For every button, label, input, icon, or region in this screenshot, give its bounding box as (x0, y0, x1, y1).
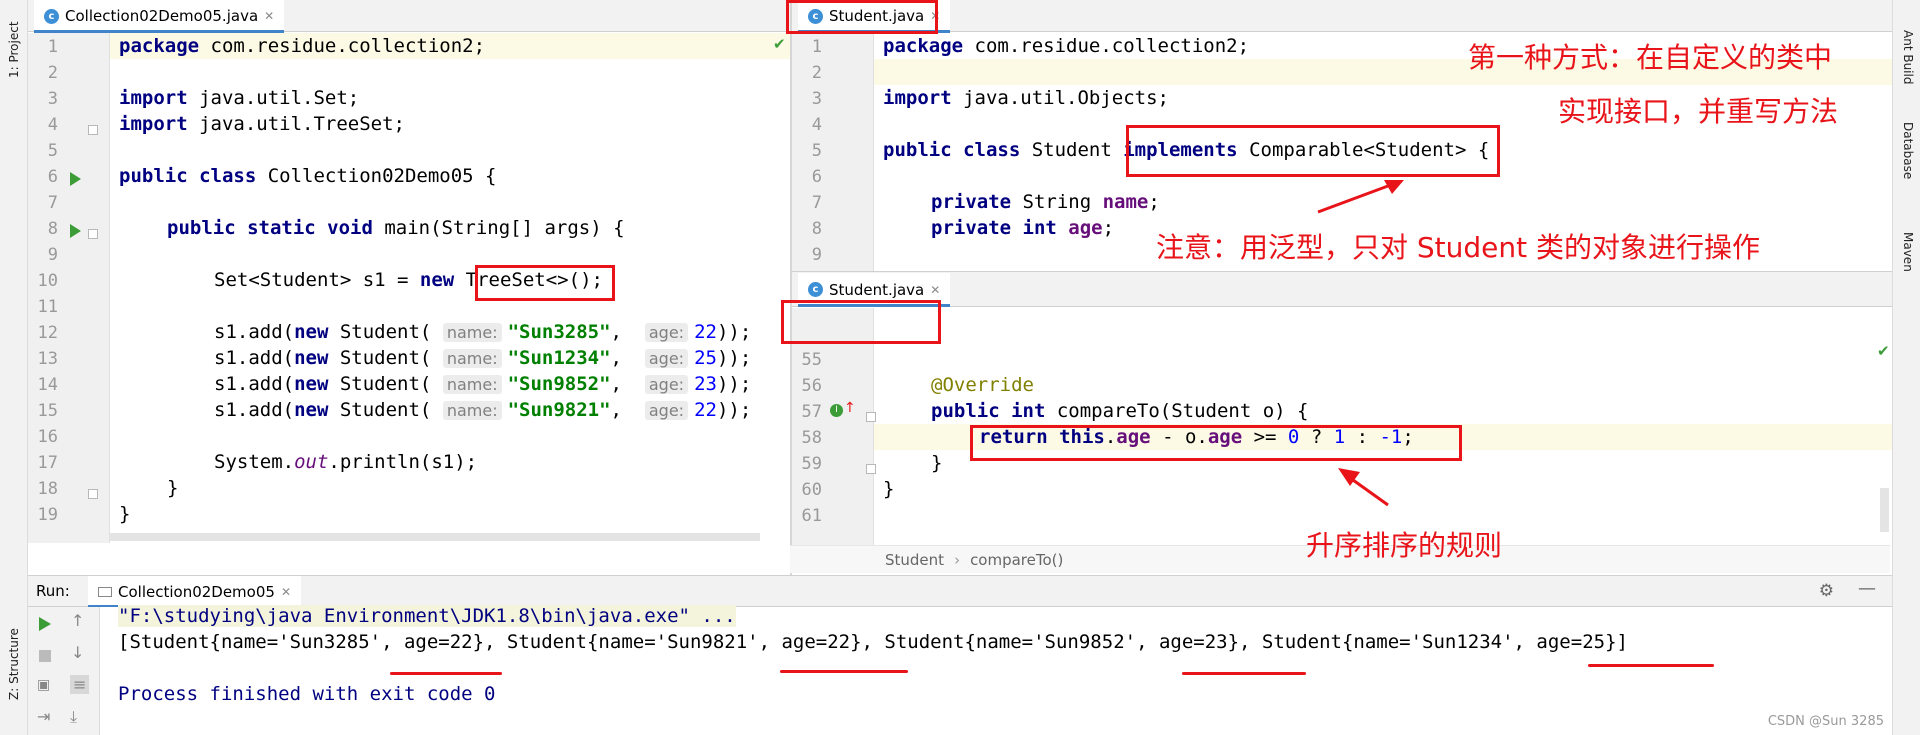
underline-age-23 (1182, 672, 1306, 675)
underline-age-22-a (390, 672, 502, 675)
underline-age-25 (1588, 664, 1714, 667)
arrow-line (1317, 181, 1397, 214)
underline-age-22-b (780, 670, 908, 673)
annotation-arrows (1317, 180, 1404, 507)
watermark: CSDN @Sun 3285 (1767, 714, 1884, 729)
